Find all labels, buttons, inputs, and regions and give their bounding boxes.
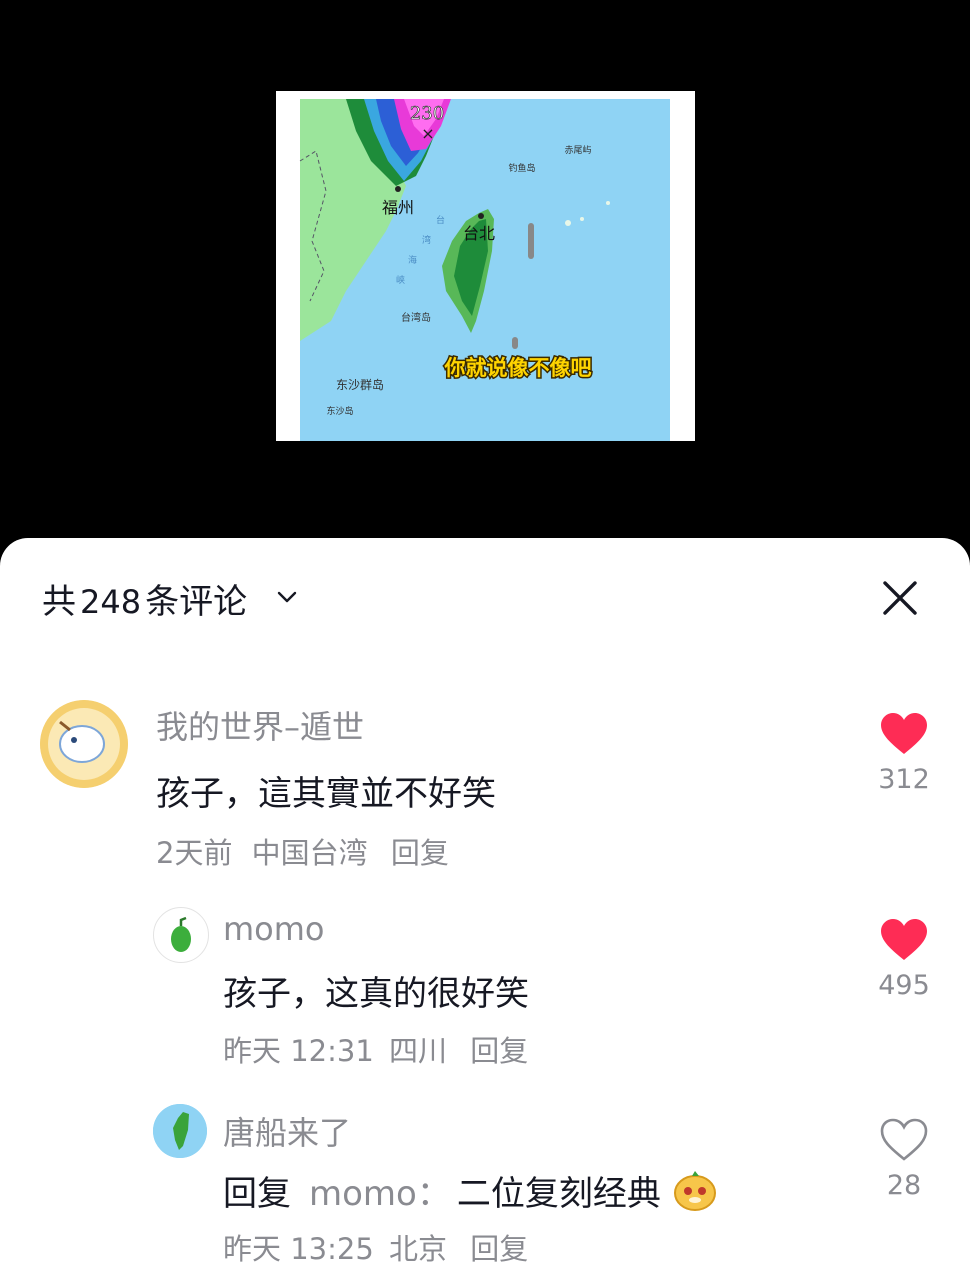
dongsha-label: 东沙岛 <box>326 405 353 417</box>
comment-location: 四川 <box>389 1034 448 1068</box>
like-count: 495 <box>878 970 930 1001</box>
video-thumbnail[interactable]: × 230 福州 台北 钓鱼岛 赤尾屿 台 湾 海 峡 台湾岛 东沙群岛 东沙岛… <box>276 91 695 441</box>
strait-char-3: 海 <box>408 254 417 266</box>
strait-char-2: 湾 <box>422 234 431 246</box>
reply-button[interactable]: 回复 <box>391 836 449 870</box>
close-icon[interactable] <box>880 578 920 618</box>
avatar[interactable] <box>40 700 128 788</box>
comments-sheet: 共 248 条评论 我的世界–遁世 孩子，這其實並不好笑 2天前 中国台湾 回复 3… <box>0 538 970 1280</box>
avatar[interactable] <box>153 1104 207 1158</box>
comment-meta: 昨天 13:25 北京 回复 <box>223 1226 528 1268</box>
reply-prefix: 回复 <box>223 1174 291 1214</box>
taipei-label: 台北 <box>463 224 495 243</box>
taiwan-island-label: 台湾岛 <box>401 311 431 324</box>
chevron-down-icon[interactable] <box>276 586 298 608</box>
chiwei-label: 赤尾屿 <box>564 145 591 156</box>
reply-target-user[interactable]: momo： <box>309 1174 451 1214</box>
comment-text: 孩子，这真的很好笑 <box>223 974 529 1014</box>
comment-count: 248 <box>80 583 142 621</box>
reply-button[interactable]: 回复 <box>470 1232 528 1266</box>
title-prefix: 共 <box>42 582 76 622</box>
comment-time: 昨天 13:25 <box>223 1232 374 1266</box>
like-button[interactable]: 28 <box>874 1118 934 1201</box>
comment-text: 孩子，這其實並不好笑 <box>156 774 496 814</box>
dongsha-islands-label: 东沙群岛 <box>336 377 384 392</box>
heart-filled-icon <box>881 919 927 960</box>
fuzhou-label: 福州 <box>382 198 414 217</box>
heart-filled-icon <box>881 713 927 754</box>
emoji-icon <box>673 1171 716 1211</box>
like-count: 312 <box>878 764 930 795</box>
video-caption: 你就说像不像吧 <box>444 356 592 380</box>
svg-text:×: × <box>421 124 434 143</box>
comment-user-name[interactable]: 我的世界–遁世 <box>156 702 364 748</box>
like-count: 28 <box>886 1170 922 1201</box>
heart-outline-icon <box>880 1118 928 1161</box>
strait-char-1: 台 <box>436 214 445 226</box>
diaoyu-label: 钓鱼岛 <box>508 162 535 174</box>
comment-meta: 昨天 12:31 四川 回复 <box>223 1028 528 1070</box>
comment-location: 中国台湾 <box>251 836 368 870</box>
comment-user-name[interactable]: 唐船来了 <box>223 1108 351 1154</box>
title-suffix: 条评论 <box>145 582 248 622</box>
comment-time: 昨天 12:31 <box>223 1034 374 1068</box>
comment-text: 回复 momo： 二位复刻经典 <box>223 1166 718 1215</box>
comment-time: 2天前 <box>156 836 233 870</box>
comment-meta: 2天前 中国台湾 回复 <box>156 830 449 872</box>
strait-char-4: 峡 <box>396 274 405 286</box>
wind-label: 230 <box>410 103 444 124</box>
map-image: × 230 福州 台北 钓鱼岛 赤尾屿 台 湾 海 峡 台湾岛 东沙群岛 东沙岛… <box>276 91 695 441</box>
avatar[interactable] <box>153 907 209 963</box>
comment-body: 二位复刻经典 <box>456 1174 661 1214</box>
like-button[interactable]: 312 <box>874 712 934 795</box>
comment-location: 北京 <box>389 1232 448 1266</box>
comments-count-title[interactable]: 共 248 条评论 <box>42 574 247 623</box>
comment-user-name[interactable]: momo <box>223 910 325 948</box>
like-button[interactable]: 495 <box>874 918 934 1001</box>
reply-button[interactable]: 回复 <box>470 1034 528 1068</box>
